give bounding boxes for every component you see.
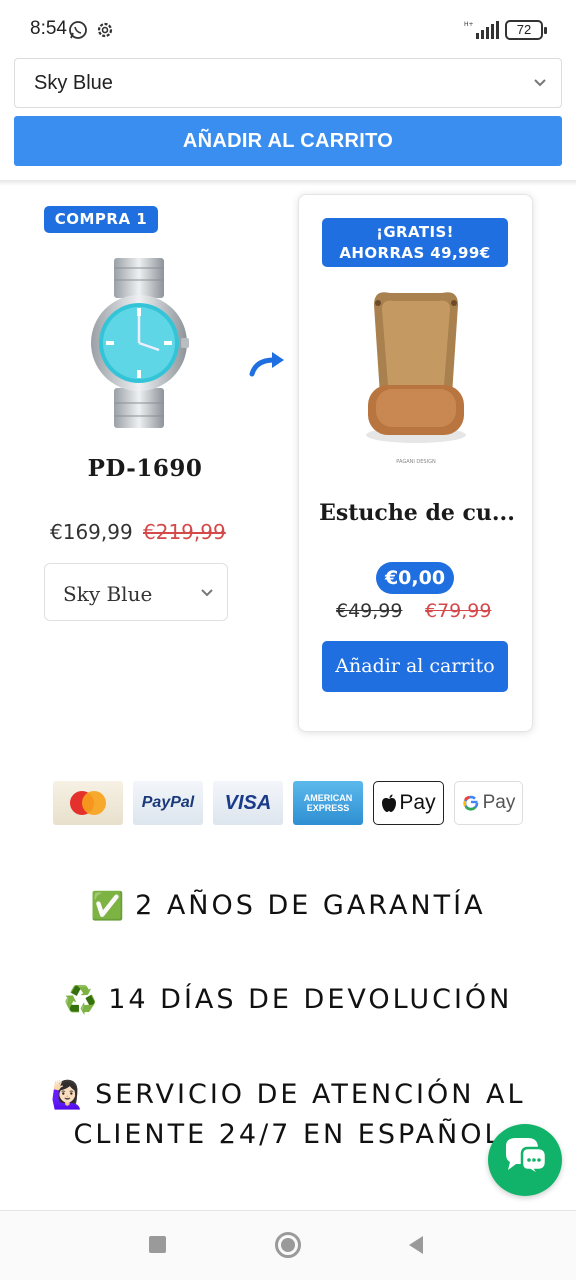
apple-pay-icon: Pay	[373, 781, 444, 825]
amex-icon: AMERICAN EXPRESS	[293, 781, 363, 825]
variant-select-value: Sky Blue	[34, 72, 113, 94]
google-pay-label: Pay	[482, 792, 516, 813]
arrow-right-icon	[249, 352, 284, 377]
gift-original-price: €49,99	[336, 600, 403, 622]
google-pay-icon: Pay	[454, 781, 523, 825]
watch-product-image	[91, 258, 189, 428]
visa-icon: VISA	[213, 781, 283, 825]
gift-price: €0,00	[376, 562, 454, 594]
apple-logo-icon	[382, 794, 397, 812]
watch-case-image: PAGANI DESIGN	[366, 292, 466, 465]
visa-label: VISA	[224, 791, 272, 814]
chat-icon	[506, 1138, 548, 1178]
free-gift-badge-line2: AHORRAS 49,99€	[339, 244, 491, 262]
guarantee-returns: ♻️ 14 DÍAS DE DEVOLUCIÓN	[0, 980, 576, 1020]
guarantee-support-text: SERVICIO DE ATENCIÓN AL CLIENTE 24/7 EN …	[73, 1079, 526, 1150]
gift-name: Estuche de cu...	[319, 500, 515, 526]
add-to-cart-button-top[interactable]: AÑADIR AL CARRITO	[14, 116, 562, 166]
google-logo-icon	[462, 795, 478, 811]
gear-icon	[97, 22, 113, 38]
whatsapp-icon	[69, 21, 87, 39]
gift-compare-price: €79,99	[425, 600, 492, 622]
signal-icon: H+	[464, 21, 499, 39]
svg-text:H+: H+	[464, 21, 474, 28]
apple-pay-label: Pay	[399, 791, 436, 814]
mastercard-icon	[53, 781, 123, 825]
product-price: €169,99	[50, 520, 133, 544]
variant-select-top[interactable]: Sky Blue	[14, 58, 562, 108]
svg-text:PAGANI DESIGN: PAGANI DESIGN	[396, 459, 436, 465]
sticky-bar-shadow	[0, 180, 576, 186]
variant-select-bundle[interactable]: Sky Blue	[44, 563, 228, 621]
back-icon[interactable]	[407, 1235, 425, 1255]
chevron-down-icon	[534, 79, 546, 87]
person-raising-hand-emoji-icon: 🙋🏻‍♀️	[50, 1080, 88, 1111]
free-gift-badge-line1: ¡GRATIS!	[376, 223, 454, 241]
chevron-down-icon	[201, 589, 213, 597]
check-emoji-icon: ✅	[90, 891, 128, 922]
variant-select-bundle-value: Sky Blue	[63, 582, 153, 606]
recent-apps-icon[interactable]	[149, 1236, 166, 1253]
product-compare-price: €219,99	[143, 520, 226, 544]
battery-icon: 72	[505, 20, 547, 40]
buy-one-badge: COMPRA 1	[44, 206, 158, 233]
add-gift-to-cart-button[interactable]: Añadir al carrito	[322, 641, 508, 692]
status-bar: 8:54 H+ 72	[0, 0, 576, 58]
guarantee-returns-text: 14 DÍAS DE DEVOLUCIÓN	[108, 984, 513, 1015]
home-icon[interactable]	[275, 1232, 301, 1258]
free-gift-badge: ¡GRATIS! AHORRAS 49,99€	[322, 218, 508, 267]
guarantee-warranty-text: 2 AÑOS DE GARANTÍA	[135, 890, 486, 921]
guarantee-warranty: ✅ 2 AÑOS DE GARANTÍA	[0, 886, 576, 926]
battery-level: 72	[516, 22, 532, 37]
product-name: PD-1690	[87, 455, 203, 482]
system-nav-bar	[0, 1210, 576, 1280]
amex-label-2: EXPRESS	[306, 803, 350, 813]
amex-label-1: AMERICAN	[303, 793, 353, 803]
recycle-emoji-icon: ♻️	[63, 985, 101, 1016]
chat-button[interactable]	[488, 1124, 562, 1196]
paypal-icon: PayPal	[133, 781, 203, 825]
paypal-label: PayPal	[141, 794, 195, 811]
status-time: 8:54	[30, 18, 67, 39]
